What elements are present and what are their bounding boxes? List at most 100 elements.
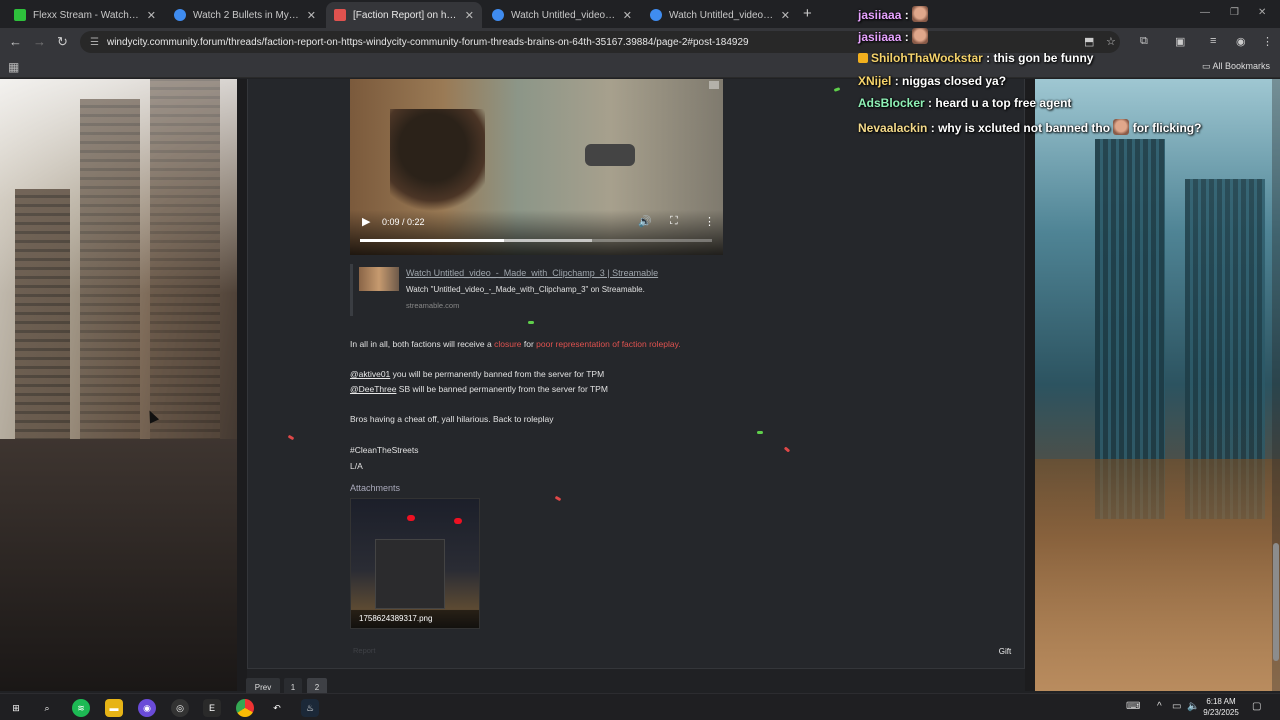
volume-icon[interactable]: 🔊 — [638, 215, 652, 228]
emote-icon — [1113, 119, 1130, 135]
link-embed: Watch Untitled_video_-_Made_with_Clipcha… — [350, 264, 690, 316]
embed-thumbnail[interactable] — [359, 267, 399, 291]
post-line-ban-2: @DeeThree SB will be banned permanently … — [350, 384, 608, 394]
chrome-icon[interactable] — [236, 699, 254, 717]
epic-games-icon[interactable]: E — [203, 699, 221, 717]
discord-icon[interactable]: ◉ — [138, 699, 156, 717]
close-icon[interactable]: ✕ — [307, 9, 316, 22]
windows-start-icon[interactable]: ⊞ — [7, 699, 25, 717]
background-city-left — [0, 79, 237, 691]
search-icon[interactable]: ⌕ — [38, 699, 56, 717]
user-mention[interactable]: @DeeThree — [350, 384, 396, 394]
steam-icon[interactable]: ♨ — [301, 699, 319, 717]
streamable-icon — [174, 9, 186, 21]
emote-icon — [912, 28, 929, 44]
more-options-icon[interactable]: ⋮ — [704, 215, 715, 228]
windows-taskbar: ⊞ ⌕ ≋ ▬ ◉ ◎ E ↶ ♨ ⌨ ^ ▭ 🔈 6:18 AM 9/23/2… — [0, 693, 1280, 720]
gift-button[interactable]: Gift — [992, 644, 1018, 660]
streamable-icon — [650, 9, 662, 21]
page-gutter-left — [237, 79, 247, 691]
all-bookmarks-label: All Bookmarks — [1212, 61, 1270, 71]
obs-icon[interactable]: ◎ — [171, 699, 189, 717]
video-progress-bar[interactable] — [360, 239, 712, 242]
close-window-icon[interactable]: ✕ — [1258, 7, 1266, 18]
profile-icon[interactable]: ◉ — [1236, 35, 1246, 48]
tab-watch-2-bullets[interactable]: Watch 2 Bullets in My Yawk ✕ — [166, 2, 324, 28]
address-bar[interactable]: ☰ windycity.community.forum/threads/fact… — [80, 31, 1120, 53]
subscriber-badge-icon — [858, 53, 868, 63]
close-icon[interactable]: ✕ — [623, 9, 632, 22]
embed-title-link[interactable]: Watch Untitled_video_-_Made_with_Clipcha… — [406, 268, 658, 278]
attachment-preview — [375, 539, 445, 609]
video-frame-character — [390, 109, 485, 219]
attachments-heading: Attachments — [350, 483, 401, 493]
taskbar-clock[interactable]: 6:18 AM 9/23/2025 — [1198, 696, 1244, 718]
fullscreen-icon[interactable]: ⛶ — [670, 215, 678, 228]
chat-message: jasiiaaa : — [858, 28, 929, 44]
confetti — [528, 321, 534, 324]
chat-username: XNijel — [858, 74, 892, 88]
user-mention[interactable]: @aktive01 — [350, 369, 390, 379]
menu-icon[interactable]: ⋮ — [1262, 35, 1273, 48]
apps-grid-icon[interactable]: ▦ — [8, 60, 19, 74]
maximize-icon[interactable]: ❐ — [1230, 7, 1239, 18]
tab-flexx-stream[interactable]: Flexx Stream - Watch Live on K ✕ — [6, 2, 164, 28]
extensions-icon[interactable]: ⧉ — [1140, 35, 1148, 48]
split-view-icon[interactable]: ▣ — [1175, 35, 1185, 48]
install-icon[interactable]: ⬒ — [1084, 35, 1094, 48]
chat-username: AdsBlocker — [858, 96, 925, 110]
chat-username: Nevaalackin — [858, 121, 928, 135]
app-icon[interactable]: ↶ — [268, 699, 286, 717]
attachment-thumbnail[interactable]: 1758624389317.png — [350, 498, 480, 629]
site-info-icon[interactable]: ☰ — [90, 37, 99, 48]
new-tab-icon[interactable]: + — [803, 5, 812, 22]
tab-title: Watch Untitled_video_-_Made_ — [511, 9, 617, 21]
tab-title: [Faction Report] on https://win — [353, 9, 459, 21]
screen: Flexx Stream - Watch Live on K ✕ Watch 2… — [0, 0, 1280, 720]
forum-icon — [334, 9, 346, 21]
url-text: windycity.community.forum/threads/factio… — [106, 36, 749, 48]
tray-chevron-icon[interactable]: ^ — [1157, 701, 1162, 712]
chat-text: why is xcluted not banned tho — [938, 121, 1111, 135]
chat-text: this gon be funny — [993, 51, 1094, 65]
network-icon[interactable]: ▭ — [1172, 701, 1181, 712]
close-icon[interactable]: ✕ — [147, 9, 156, 22]
keyboard-icon[interactable]: ⌨ — [1126, 701, 1140, 712]
tab-untitled-video-2[interactable]: Watch Untitled_video_-_Made_ ✕ — [642, 2, 798, 28]
reason-text: poor representation of faction roleplay. — [536, 339, 681, 349]
scrollbar-thumb[interactable] — [1273, 543, 1279, 661]
report-link[interactable]: Report — [353, 646, 376, 655]
post-line-ban-1: @aktive01 you will be permanently banned… — [350, 369, 604, 379]
all-bookmarks[interactable]: ▭ All Bookmarks — [1202, 61, 1270, 72]
notifications-icon[interactable]: ▢ — [1252, 701, 1261, 712]
reload-icon[interactable]: ↻ — [57, 34, 68, 50]
post-line-verdict: In all in all, both factions will receiv… — [350, 339, 681, 349]
tab-title: Watch Untitled_video_-_Made_ — [669, 9, 775, 21]
spotify-icon[interactable]: ≋ — [72, 699, 90, 717]
chat-message: Nevaalackin : why is xcluted not banned … — [858, 119, 1202, 135]
closure-text: closure — [494, 339, 522, 349]
close-icon[interactable]: ✕ — [781, 9, 790, 22]
forward-icon[interactable]: → — [33, 34, 46, 49]
clock-date: 9/23/2025 — [1203, 708, 1239, 717]
chat-message: jasiiaaa : — [858, 6, 929, 22]
video-player[interactable]: ▶ 0:09 / 0:22 🔊 ⛶ ⋮ — [350, 79, 723, 255]
tab-untitled-video-1[interactable]: Watch Untitled_video_-_Made_ ✕ — [484, 2, 640, 28]
close-icon[interactable]: ✕ — [465, 9, 474, 22]
background-city-right — [1035, 79, 1280, 691]
streamable-icon — [492, 9, 504, 21]
clock-time: 6:18 AM — [1206, 697, 1236, 706]
video-frame-car — [585, 144, 635, 166]
confetti — [757, 431, 763, 434]
chat-username: ShilohThaWockstar — [871, 51, 983, 65]
play-icon[interactable]: ▶ — [362, 215, 370, 228]
tab-faction-report[interactable]: [Faction Report] on https://win ✕ — [326, 2, 482, 28]
verdict-mid: for — [521, 339, 537, 349]
pip-icon[interactable] — [709, 81, 719, 89]
back-icon[interactable]: ← — [9, 34, 22, 49]
bookmark-star-icon[interactable]: ☆ — [1106, 35, 1116, 48]
media-icon[interactable]: ≡ — [1210, 35, 1216, 47]
minimize-icon[interactable]: — — [1200, 7, 1210, 18]
file-explorer-icon[interactable]: ▬ — [105, 699, 123, 717]
embed-description: Watch "Untitled_video_-_Made_with_Clipch… — [406, 285, 645, 294]
